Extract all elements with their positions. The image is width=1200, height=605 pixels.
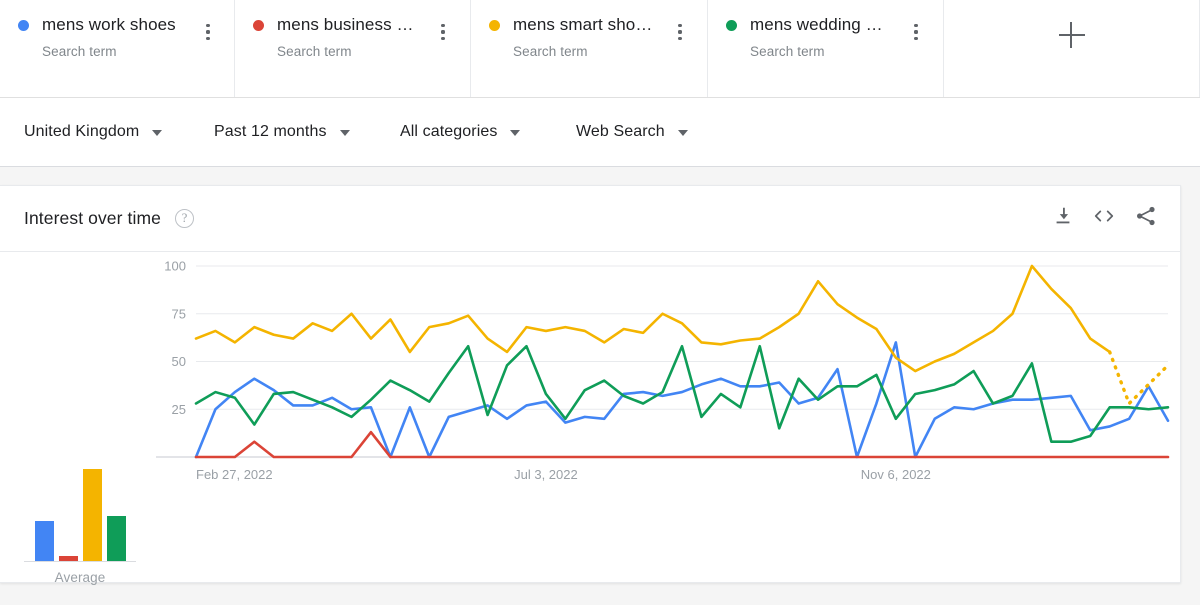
term-title-0: mens work shoes <box>42 15 176 34</box>
average-bar-2 <box>82 469 102 561</box>
x-tick-label: Nov 6, 2022 <box>861 467 931 482</box>
term-tab-3[interactable]: mens wedding sho… Search term <box>708 0 944 97</box>
search-terms-bar: mens work shoes Search term mens busines… <box>0 0 1200 98</box>
average-bar-3 <box>106 515 126 561</box>
filter-search-type-label: Web Search <box>576 123 665 140</box>
filter-location[interactable]: United Kingdom <box>24 123 214 141</box>
filters-bar: United Kingdom Past 12 months All catego… <box>0 98 1200 167</box>
interest-over-time-chart[interactable]: 25 50 75 100 Feb 27, 2022 Jul 3, 2022 Nov 6, … <box>150 252 1170 583</box>
term-color-dot-3 <box>726 20 737 31</box>
filter-time-range[interactable]: Past 12 months <box>214 123 400 141</box>
term-subtitle-3: Search term <box>750 44 825 59</box>
term-color-dot-1 <box>253 20 264 31</box>
series-line-2 <box>1107 350 1170 406</box>
term-tab-1[interactable]: mens business sh… Search term <box>235 0 471 97</box>
term-menu-icon-0[interactable] <box>196 20 220 44</box>
filter-time-range-label: Past 12 months <box>214 123 327 140</box>
x-tick-label: Feb 27, 2022 <box>196 467 273 482</box>
chart-svg: 25 50 75 100 Feb 27, 2022 Jul 3, 2022 Nov 6, … <box>156 259 1170 482</box>
term-title-1: mens business sh… <box>277 15 417 34</box>
chevron-down-icon <box>510 130 521 136</box>
chevron-down-icon <box>339 130 350 136</box>
average-summary: Average <box>24 457 136 585</box>
average-bars <box>24 457 136 562</box>
term-menu-icon-3[interactable] <box>904 20 928 44</box>
plus-icon <box>1058 22 1085 48</box>
share-icon[interactable] <box>1134 204 1158 233</box>
download-icon[interactable] <box>1052 205 1074 232</box>
chart-y-axis-labels: 25 50 75 100 <box>164 259 186 417</box>
term-color-dot-0 <box>18 20 29 31</box>
series-line-1 <box>194 430 1170 459</box>
chart-body: Average 25 50 75 100 Feb 27, 2022 Jul 3, 202… <box>0 252 1180 585</box>
term-subtitle-1: Search term <box>277 44 352 59</box>
chart-x-axis-labels: Feb 27, 2022 Jul 3, 2022 Nov 6, 2022 <box>196 467 931 482</box>
series-line-2 <box>194 264 1111 373</box>
term-color-dot-2 <box>489 20 500 31</box>
term-subtitle-2: Search term <box>513 44 588 59</box>
chevron-down-icon <box>677 130 688 136</box>
term-subtitle-0: Search term <box>42 44 117 59</box>
term-tab-2[interactable]: mens smart shoes Search term <box>471 0 708 97</box>
interest-over-time-card: Interest over time ? Average 25 50 75 10… <box>0 185 1181 585</box>
help-circle-icon[interactable]: ? <box>175 209 194 228</box>
y-tick-label: 25 <box>172 402 186 417</box>
term-tab-0[interactable]: mens work shoes Search term <box>0 0 235 97</box>
chevron-down-icon <box>152 130 163 136</box>
chart-gridlines <box>156 265 1168 458</box>
y-tick-label: 75 <box>172 306 186 321</box>
term-menu-icon-1[interactable] <box>431 20 455 44</box>
average-label: Average <box>54 570 106 585</box>
x-tick-label: Jul 3, 2022 <box>514 467 578 482</box>
card-header: Interest over time ? <box>0 186 1180 252</box>
average-bar-1 <box>58 556 78 561</box>
embed-code-icon[interactable] <box>1092 205 1116 232</box>
series-line-3 <box>194 344 1170 444</box>
filter-location-label: United Kingdom <box>24 123 140 140</box>
term-menu-icon-2[interactable] <box>668 20 692 44</box>
filter-category[interactable]: All categories <box>400 123 576 141</box>
average-bar-0 <box>34 520 54 561</box>
y-tick-label: 50 <box>172 354 186 369</box>
filter-category-label: All categories <box>400 123 498 140</box>
y-tick-label: 100 <box>164 259 186 274</box>
page-title: Interest over time <box>24 208 161 228</box>
term-title-3: mens wedding sho… <box>750 15 890 34</box>
add-search-term-button[interactable] <box>944 0 1200 97</box>
term-title-2: mens smart shoes <box>513 15 653 34</box>
series-line-0 <box>194 341 1170 459</box>
card-actions <box>1052 204 1158 233</box>
filter-search-type[interactable]: Web Search <box>576 123 688 141</box>
